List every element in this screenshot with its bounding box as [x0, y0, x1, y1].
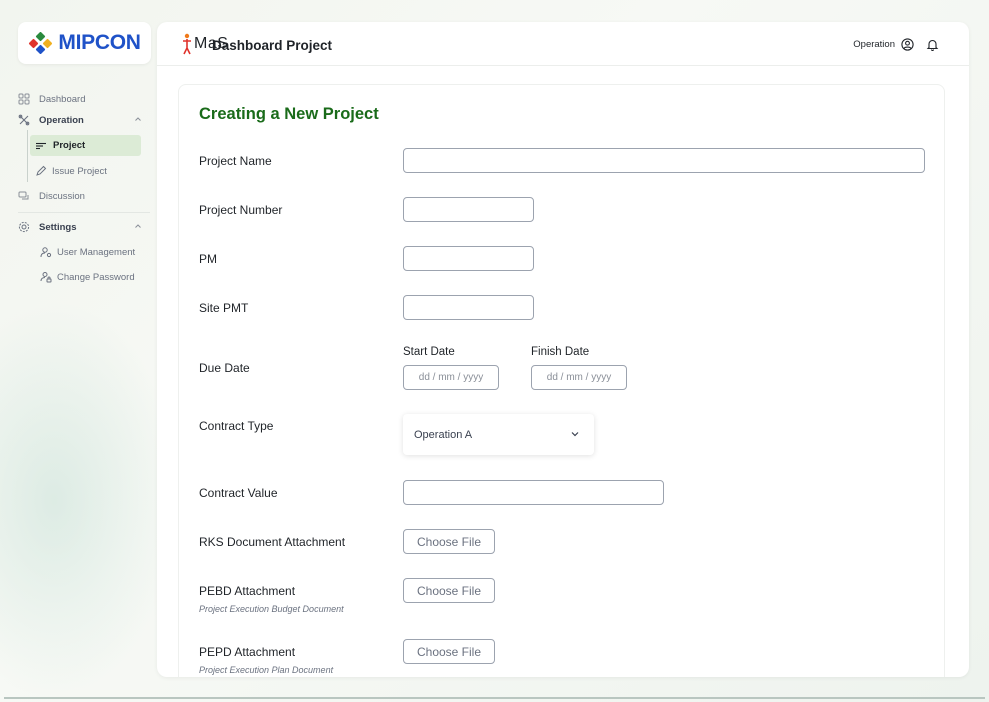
top-bar: MaS Dashboard Project Operation [157, 22, 969, 66]
sidebar-item-label: Operation [39, 114, 84, 126]
gear-icon [18, 221, 30, 233]
rks-choose-file-button[interactable]: Choose File [403, 529, 495, 554]
sidebar-item-issue-project[interactable]: Issue Project [35, 162, 107, 180]
sidebar-item-settings[interactable]: Settings [18, 218, 150, 236]
user-role-label[interactable]: Operation [853, 39, 895, 50]
user-area: Operation [853, 38, 939, 51]
mas-figure-icon [183, 33, 191, 55]
sidebar-item-label: Change Password [57, 271, 135, 283]
sidebar-item-user-management[interactable]: User Management [40, 243, 135, 261]
contract-value-label: Contract Value [199, 486, 278, 500]
pencil-icon [35, 165, 47, 177]
pebd-attachment-label: PEBD Attachment [199, 584, 296, 598]
chevron-up-icon [135, 224, 141, 228]
chat-icon [18, 190, 30, 202]
sidebar-item-label: Settings [39, 221, 77, 233]
company-logo[interactable]: MIPCON [18, 22, 151, 64]
rks-attachment-label: RKS Document Attachment [199, 535, 346, 549]
mipcon-logo-mark-icon [29, 32, 53, 54]
sidebar-item-label: Dashboard [39, 93, 86, 105]
finish-date-label: Finish Date [531, 346, 590, 358]
project-name-input[interactable] [403, 148, 925, 173]
site-pmt-label: Site PMT [199, 301, 249, 315]
contract-type-value: Operation A [414, 428, 473, 441]
user-cog-icon [40, 246, 52, 258]
start-date-input[interactable]: dd / mm / yyyy [403, 365, 499, 390]
pebd-choose-file-button[interactable]: Choose File [403, 578, 495, 603]
contract-type-label: Contract Type [199, 419, 274, 433]
site-pmt-input[interactable] [403, 295, 534, 320]
sidebar-item-discussion[interactable]: Discussion [18, 187, 85, 205]
logo-text: MIPCON [58, 31, 141, 54]
submenu-guide-line [27, 130, 28, 182]
sidebar-item-operation[interactable]: Operation [18, 111, 150, 129]
sidebar-item-project[interactable]: Project [30, 135, 141, 156]
list-icon [35, 140, 47, 152]
finish-date-input[interactable]: dd / mm / yyyy [531, 365, 627, 390]
tools-icon [18, 114, 30, 126]
project-number-label: Project Number [199, 203, 283, 217]
sidebar-item-change-password[interactable]: Change Password [40, 268, 135, 286]
sidebar-item-label: Project [53, 140, 86, 151]
chevron-down-icon [571, 432, 579, 437]
pm-input[interactable] [403, 246, 534, 271]
bottom-divider [4, 697, 985, 699]
form-title: Creating a New Project [199, 105, 379, 123]
contract-type-select[interactable]: Operation A [403, 414, 594, 455]
main-content-card: MaS Dashboard Project Operation Creating… [157, 22, 969, 677]
pebd-subtitle: Project Execution Budget Document [199, 604, 344, 614]
chevron-up-icon [135, 117, 141, 121]
sidebar-item-label: User Management [57, 246, 136, 258]
sidebar-item-label: Discussion [39, 190, 85, 202]
sidebar-divider [18, 212, 150, 213]
lock-user-icon [40, 271, 52, 283]
bell-icon[interactable] [926, 38, 939, 51]
page-title: Dashboard Project [212, 38, 333, 53]
user-avatar-icon[interactable] [901, 38, 914, 51]
background-glow [0, 300, 180, 700]
due-date-label: Due Date [199, 361, 250, 375]
project-name-label: Project Name [199, 154, 272, 168]
sidebar-item-label: Issue Project [52, 165, 107, 177]
new-project-form: Creating a New Project Project Name Proj… [178, 84, 945, 677]
project-number-input[interactable] [403, 197, 534, 222]
dashboard-icon [18, 93, 30, 105]
sidebar-item-dashboard[interactable]: Dashboard [18, 90, 85, 108]
pepd-attachment-label: PEPD Attachment [199, 645, 296, 659]
pm-label: PM [199, 252, 217, 266]
pepd-subtitle: Project Execution Plan Document [199, 665, 334, 675]
start-date-label: Start Date [403, 346, 455, 358]
contract-value-input[interactable] [403, 480, 664, 505]
pepd-choose-file-button[interactable]: Choose File [403, 639, 495, 664]
